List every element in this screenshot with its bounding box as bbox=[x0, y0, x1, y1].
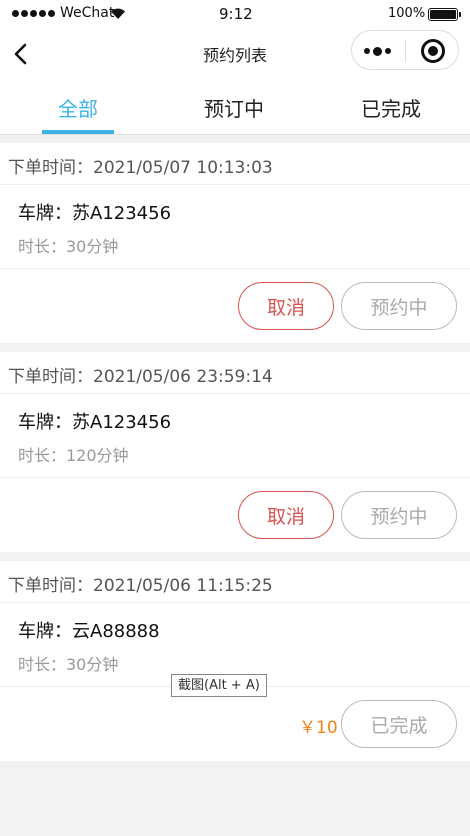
plate-number: 车牌：云A88888 bbox=[18, 621, 160, 642]
battery-percent: 100% bbox=[388, 6, 426, 21]
divider bbox=[0, 393, 470, 394]
clock: 9:12 bbox=[219, 5, 253, 23]
order-card: 下单时间：2021/05/06 11:15:25 车牌：云A88888 时长：3… bbox=[0, 561, 470, 761]
plate-number: 车牌：苏A123456 bbox=[18, 412, 172, 433]
divider bbox=[0, 268, 470, 269]
status-bar: WeChat 9:12 100% bbox=[0, 0, 470, 28]
more-icon[interactable] bbox=[364, 45, 396, 57]
order-time: 下单时间：2021/05/06 23:59:14 bbox=[8, 367, 273, 387]
order-card: 下单时间：2021/05/07 10:13:03 车牌：苏A123456 时长：… bbox=[0, 143, 470, 343]
status-button[interactable]: 预约中 bbox=[341, 282, 457, 330]
order-time: 下单时间：2021/05/07 10:13:03 bbox=[8, 158, 273, 178]
tab-bar: 全部 预订中 已完成 bbox=[0, 80, 470, 135]
signal-icon bbox=[12, 10, 55, 17]
tab-all[interactable]: 全部 bbox=[38, 80, 118, 135]
divider bbox=[0, 602, 470, 603]
nav-bar: 预约列表 bbox=[0, 28, 470, 80]
capsule-divider bbox=[405, 40, 406, 62]
duration: 时长：30分钟 bbox=[18, 237, 119, 256]
active-tab-indicator bbox=[42, 130, 114, 134]
tab-completed[interactable]: 已完成 bbox=[351, 80, 431, 135]
order-time: 下单时间：2021/05/06 11:15:25 bbox=[8, 576, 273, 596]
divider bbox=[0, 184, 470, 185]
battery-icon bbox=[428, 8, 461, 21]
tab-booking[interactable]: 预订中 bbox=[194, 80, 274, 135]
carrier-name: WeChat bbox=[60, 5, 115, 21]
duration: 时长：30分钟 bbox=[18, 655, 119, 674]
cancel-button[interactable]: 取消 bbox=[238, 282, 334, 330]
order-card: 下单时间：2021/05/06 23:59:14 车牌：苏A123456 时长：… bbox=[0, 352, 470, 552]
close-miniprogram-icon[interactable] bbox=[421, 39, 445, 63]
price: ￥10 bbox=[299, 718, 338, 738]
status-button[interactable]: 已完成 bbox=[341, 700, 457, 748]
divider bbox=[0, 477, 470, 478]
duration: 时长：120分钟 bbox=[18, 446, 129, 465]
plate-number: 车牌：苏A123456 bbox=[18, 203, 172, 224]
screenshot-tooltip: 截图(Alt + A) bbox=[171, 674, 267, 697]
mini-program-capsule bbox=[351, 30, 459, 70]
cancel-button[interactable]: 取消 bbox=[238, 491, 334, 539]
wifi-icon bbox=[111, 8, 125, 19]
status-button[interactable]: 预约中 bbox=[341, 491, 457, 539]
